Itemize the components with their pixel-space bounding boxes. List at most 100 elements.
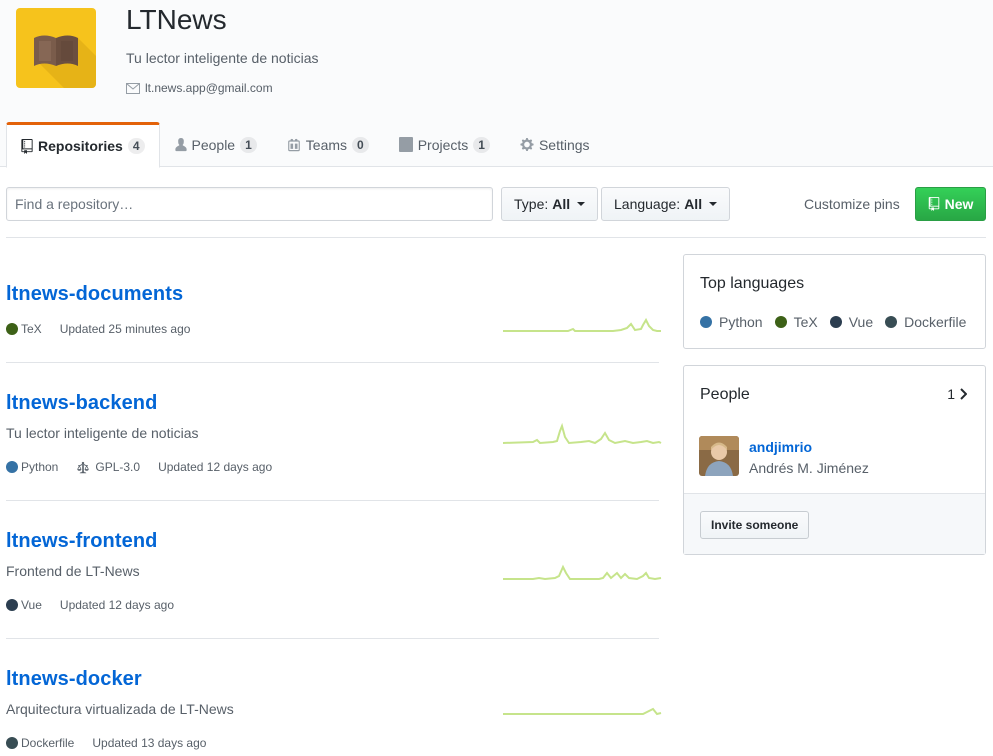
tab-repositories-count: 4 [127,138,145,154]
tab-people-count: 1 [240,136,257,153]
repo-updated: Updated 25 minutes ago [59,322,191,336]
tab-people[interactable]: People 1 [160,122,272,167]
book-icon [34,35,96,88]
top-languages-title: Top languages [700,275,805,292]
tab-repositories[interactable]: Repositories 4 [6,122,160,168]
language-filter-value: All [684,196,703,212]
tab-teams-count: 0 [352,136,369,153]
org-logo [16,8,96,88]
repo-icon [928,197,939,211]
language-name: Python [719,314,763,330]
repo-list-item: ltnews-documents TeX Updated 25 minutes … [6,238,661,363]
language-filter-link[interactable]: TeX [774,314,818,330]
tab-projects-count: 1 [473,136,490,153]
new-repo-button[interactable]: New [915,187,986,221]
repo-list-item: ltnews-docker Arquitectura virtualizada … [6,639,662,756]
org-email-text[interactable]: lt.news.app@gmail.com [145,81,273,95]
repo-description: Tu lector inteligente de noticias [6,425,199,441]
repo-list-item: ltnews-frontend Frontend de LT-News Vue … [6,501,662,639]
type-filter-label: Type: [514,196,549,212]
repo-name-link[interactable]: ltnews-docker [6,668,142,691]
top-languages-list: Python TeX Vue Dockerfile [700,314,966,330]
customize-pins-link[interactable]: Customize pins [804,196,900,212]
tab-settings-label: Settings [538,136,590,153]
team-icon [287,138,300,152]
language-color-dot [6,323,18,335]
person-full-name: Andrés M. Jiménez [749,460,869,476]
gear-icon [520,137,534,152]
repo-search-input[interactable] [6,187,493,221]
tab-settings[interactable]: Settings [505,122,605,167]
repo-description: Arquitectura virtualizada de LT-News [6,701,234,717]
repo-license: GPL-3.0 [95,460,141,474]
person-login-link[interactable]: andjimrio [749,439,812,455]
type-filter-value: All [552,196,571,212]
language-name: Vue [848,314,874,330]
new-repo-label: New [944,196,974,212]
tab-teams-label: Teams [305,136,348,153]
language-color-dot [6,461,18,473]
language-filter-link[interactable]: Python [700,314,763,330]
repo-updated: Updated 13 days ago [92,736,207,750]
type-filter-dropdown[interactable]: Type: All [501,187,599,221]
org-header: LTNews Tu lector inteligente de noticias… [0,0,993,168]
person-icon [174,137,187,152]
repo-updated: Updated 12 days ago [158,460,273,474]
repo-meta: Dockerfile Updated 13 days ago [6,736,206,750]
language-color-dot [885,316,898,328]
language-color-dot [774,316,787,328]
people-box-footer: Invite someone [684,493,985,554]
repo-name-link[interactable]: ltnews-documents [6,283,183,306]
language-filter-link[interactable]: Vue [829,314,874,330]
law-icon [77,461,90,473]
repo-language: Vue [21,598,42,612]
repo-name-link[interactable]: ltnews-backend [6,392,157,415]
tab-teams[interactable]: Teams 0 [272,122,384,167]
repo-meta: Python GPL-3.0 Updated 12 days ago [6,460,272,474]
chevron-right-icon [960,388,967,400]
tab-projects-label: Projects [417,136,469,153]
project-icon [398,137,413,152]
avatar[interactable] [699,436,739,476]
org-name: LTNews [126,4,227,35]
org-tabs: Repositories 4 People 1 Teams 0 Projects… [6,122,605,168]
language-name: Dockerfile [904,314,967,330]
people-count-link[interactable]: 1 [947,386,967,402]
language-filter-label: Language: [614,196,681,212]
caret-down-icon [577,202,586,206]
org-description: Tu lector inteligente de noticias [126,50,319,66]
repo-description: Frontend de LT-News [6,563,140,579]
mail-icon [126,82,140,94]
language-color-dot [829,316,842,328]
people-count: 1 [947,386,955,402]
caret-down-icon [709,202,718,206]
repo-language: Dockerfile [21,736,75,750]
tab-people-label: People [191,136,236,153]
language-filter-dropdown[interactable]: Language: All [601,187,731,221]
repo-meta: TeX Updated 25 minutes ago [6,322,190,336]
language-color-dot [700,316,712,328]
language-filter-link[interactable]: Dockerfile [885,314,966,330]
activity-sparkline [503,707,662,716]
repo-list-item: ltnews-backend Tu lector inteligente de … [6,363,662,501]
repo-name-link[interactable]: ltnews-frontend [6,530,158,553]
user-photo-icon [699,436,739,476]
repo-filter-bar: Type: All Language: All Customize pins N… [6,187,986,221]
tab-repositories-label: Repositories [38,138,123,154]
repo-language: TeX [21,322,42,336]
top-languages-box: Top languages Python TeX Vue Dockerfile [683,254,986,349]
activity-sparkline [503,423,662,445]
tab-projects[interactable]: Projects 1 [384,122,505,167]
org-email[interactable]: lt.news.app@gmail.com [126,81,273,95]
repo-meta: Vue Updated 12 days ago [6,598,174,612]
repo-icon [21,138,33,154]
language-name: TeX [793,314,818,330]
people-title: People [700,386,750,403]
language-color-dot [6,737,18,749]
activity-sparkline [503,564,662,581]
activity-sparkline [503,317,661,332]
repo-language: Python [21,460,59,474]
language-color-dot [6,599,18,611]
repo-updated: Updated 12 days ago [59,598,174,612]
invite-someone-button[interactable]: Invite someone [700,511,810,539]
